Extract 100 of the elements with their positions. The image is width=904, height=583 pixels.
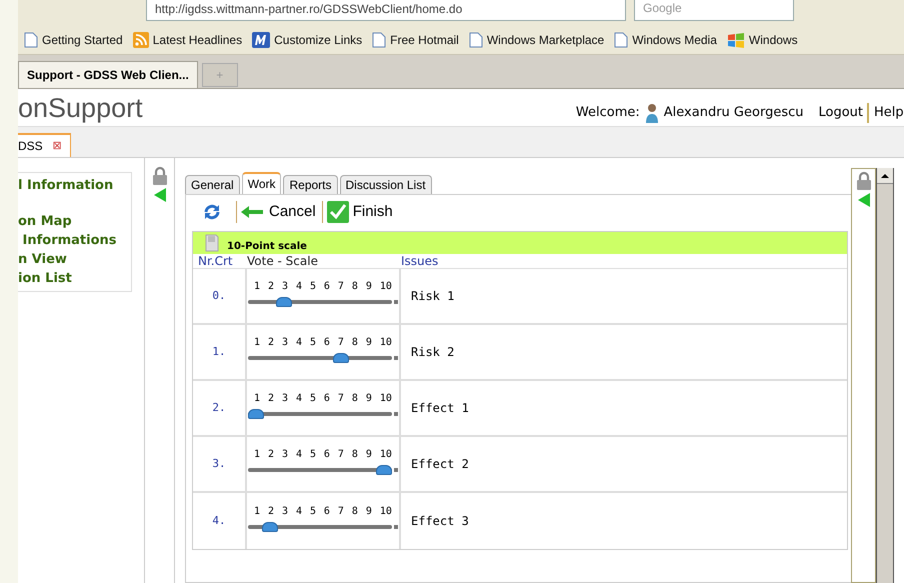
- sidebar-link[interactable]: Informations: [18, 232, 131, 249]
- scale-number: 5: [310, 393, 316, 405]
- scale-number: 5: [310, 449, 316, 461]
- scale-number: 6: [324, 393, 330, 405]
- scale-number: 7: [338, 393, 344, 405]
- feed-icon: [132, 32, 149, 48]
- table-cell-text: Effect 2: [410, 456, 470, 473]
- scale-number: 6: [324, 506, 330, 518]
- browser-tab[interactable]: Support - GDSS Web Clien...: [18, 61, 198, 88]
- scale-number: 9: [366, 449, 372, 461]
- scale-number: 1: [254, 337, 260, 349]
- bookmark-link[interactable]: Windows Marketplace: [468, 30, 604, 48]
- scale-number: 3: [282, 393, 288, 405]
- help-link[interactable]: Help: [874, 103, 904, 123]
- slider-thumb[interactable]: [248, 409, 264, 419]
- finish-button[interactable]: Finish: [322, 200, 393, 224]
- bookmark-link[interactable]: Customize Links: [252, 30, 362, 48]
- logout-link[interactable]: Logout: [818, 103, 869, 123]
- scale-number: 2: [268, 506, 274, 518]
- scale-number: 4: [296, 281, 302, 293]
- scale-number: 8: [352, 506, 358, 518]
- bookmark-link[interactable]: Windows: [726, 30, 798, 48]
- address-field[interactable]: http://igdss.wittmann-partner.ro/GDSSWebClient/home.do: [146, 0, 626, 21]
- scale-number: 6: [324, 281, 330, 293]
- sidebar-link[interactable]: ion List: [18, 270, 131, 287]
- scale-number: 8: [352, 281, 358, 293]
- slider-track[interactable]: [248, 412, 392, 416]
- scale-number: 5: [310, 281, 316, 293]
- page-icon: [24, 32, 38, 48]
- save-icon: [205, 234, 219, 252]
- scale-number: 7: [338, 337, 344, 349]
- sidebar-link[interactable]: n View: [18, 251, 131, 268]
- cancel-button[interactable]: Cancel: [236, 200, 316, 224]
- scrollbar[interactable]: [876, 168, 894, 583]
- scale-number: 3: [282, 281, 288, 293]
- scale-number: 10: [380, 337, 392, 349]
- slider-thumb[interactable]: [333, 353, 350, 363]
- table-cell: 2.: [193, 381, 247, 435]
- slider-track[interactable]: [248, 468, 392, 472]
- slider-track[interactable]: [248, 300, 392, 304]
- scale-number: 4: [296, 337, 302, 349]
- slider-track[interactable]: [248, 525, 392, 529]
- refresh-icon[interactable]: [202, 202, 222, 222]
- scale-number: 3: [282, 449, 288, 461]
- scale-number: 2: [268, 449, 274, 461]
- scale-number: 10: [380, 281, 392, 293]
- scroll-up-icon[interactable]: [877, 168, 893, 184]
- table-cell-text: Effect 3: [410, 513, 470, 530]
- windows-flag-icon: [726, 32, 745, 48]
- document-tab-label: DSS: [18, 138, 43, 155]
- tab[interactable]: Reports: [283, 175, 338, 194]
- lock-icon[interactable]: [152, 166, 168, 186]
- tab[interactable]: General: [185, 175, 240, 194]
- back-arrow-icon: [241, 206, 263, 218]
- page-icon: [372, 32, 386, 48]
- scale-number: 4: [296, 506, 302, 518]
- lock-icon[interactable]: [856, 171, 872, 191]
- document-tab[interactable]: DSS ⊠: [18, 133, 71, 157]
- collapse-arrow-icon[interactable]: [858, 193, 870, 207]
- scale-number: 9: [366, 337, 372, 349]
- scale-number: 5: [310, 337, 316, 349]
- tab[interactable]: Discussion List: [340, 175, 432, 194]
- table-title: 10-Point scale: [227, 240, 307, 254]
- sidebar-link[interactable]: l Information: [18, 177, 131, 194]
- table-cell-text: Risk 2: [410, 344, 456, 361]
- bookmark-link[interactable]: Getting Started: [24, 30, 123, 48]
- scale-number: 1: [254, 281, 260, 293]
- slider-track[interactable]: [248, 356, 392, 360]
- scale-number: 7: [338, 506, 344, 518]
- bookmark-link[interactable]: Windows Media: [614, 30, 717, 48]
- bookmark-link[interactable]: Free Hotmail: [372, 30, 459, 48]
- scale-number: 2: [268, 337, 274, 349]
- scale-number: 7: [338, 281, 344, 293]
- table-cell: 3.: [193, 437, 247, 491]
- scale-number: 2: [268, 393, 274, 405]
- close-tab-icon[interactable]: ⊠: [52, 138, 62, 154]
- scale-number: 10: [380, 506, 392, 518]
- collapse-arrow-icon[interactable]: [154, 188, 166, 202]
- slider-thumb[interactable]: [262, 522, 278, 532]
- slider-thumb[interactable]: [276, 297, 292, 307]
- column-header: Nr.Crt: [197, 254, 234, 268]
- table-cell-text: Effect 1: [410, 400, 470, 417]
- table-cell: 1.: [193, 325, 247, 379]
- checkmark-icon: [326, 201, 349, 223]
- table-cell-text: Risk 1: [410, 288, 456, 305]
- scale-number: 10: [380, 393, 392, 405]
- slider-thumb[interactable]: [376, 465, 392, 475]
- search-field[interactable]: Google: [634, 0, 794, 21]
- scale-number: 3: [282, 337, 288, 349]
- scale-number: 3: [282, 506, 288, 518]
- tab[interactable]: Work: [242, 172, 282, 194]
- bookmark-link[interactable]: Latest Headlines: [132, 30, 242, 48]
- scale-number: 8: [352, 449, 358, 461]
- m-logo-icon: [252, 32, 270, 48]
- scale-number: 8: [352, 337, 358, 349]
- scale-number: 10: [380, 449, 392, 461]
- scale-number: 1: [254, 393, 260, 405]
- scale-number: 9: [366, 506, 372, 518]
- scale-number: 2: [268, 281, 274, 293]
- sidebar-link[interactable]: on Map: [18, 213, 131, 230]
